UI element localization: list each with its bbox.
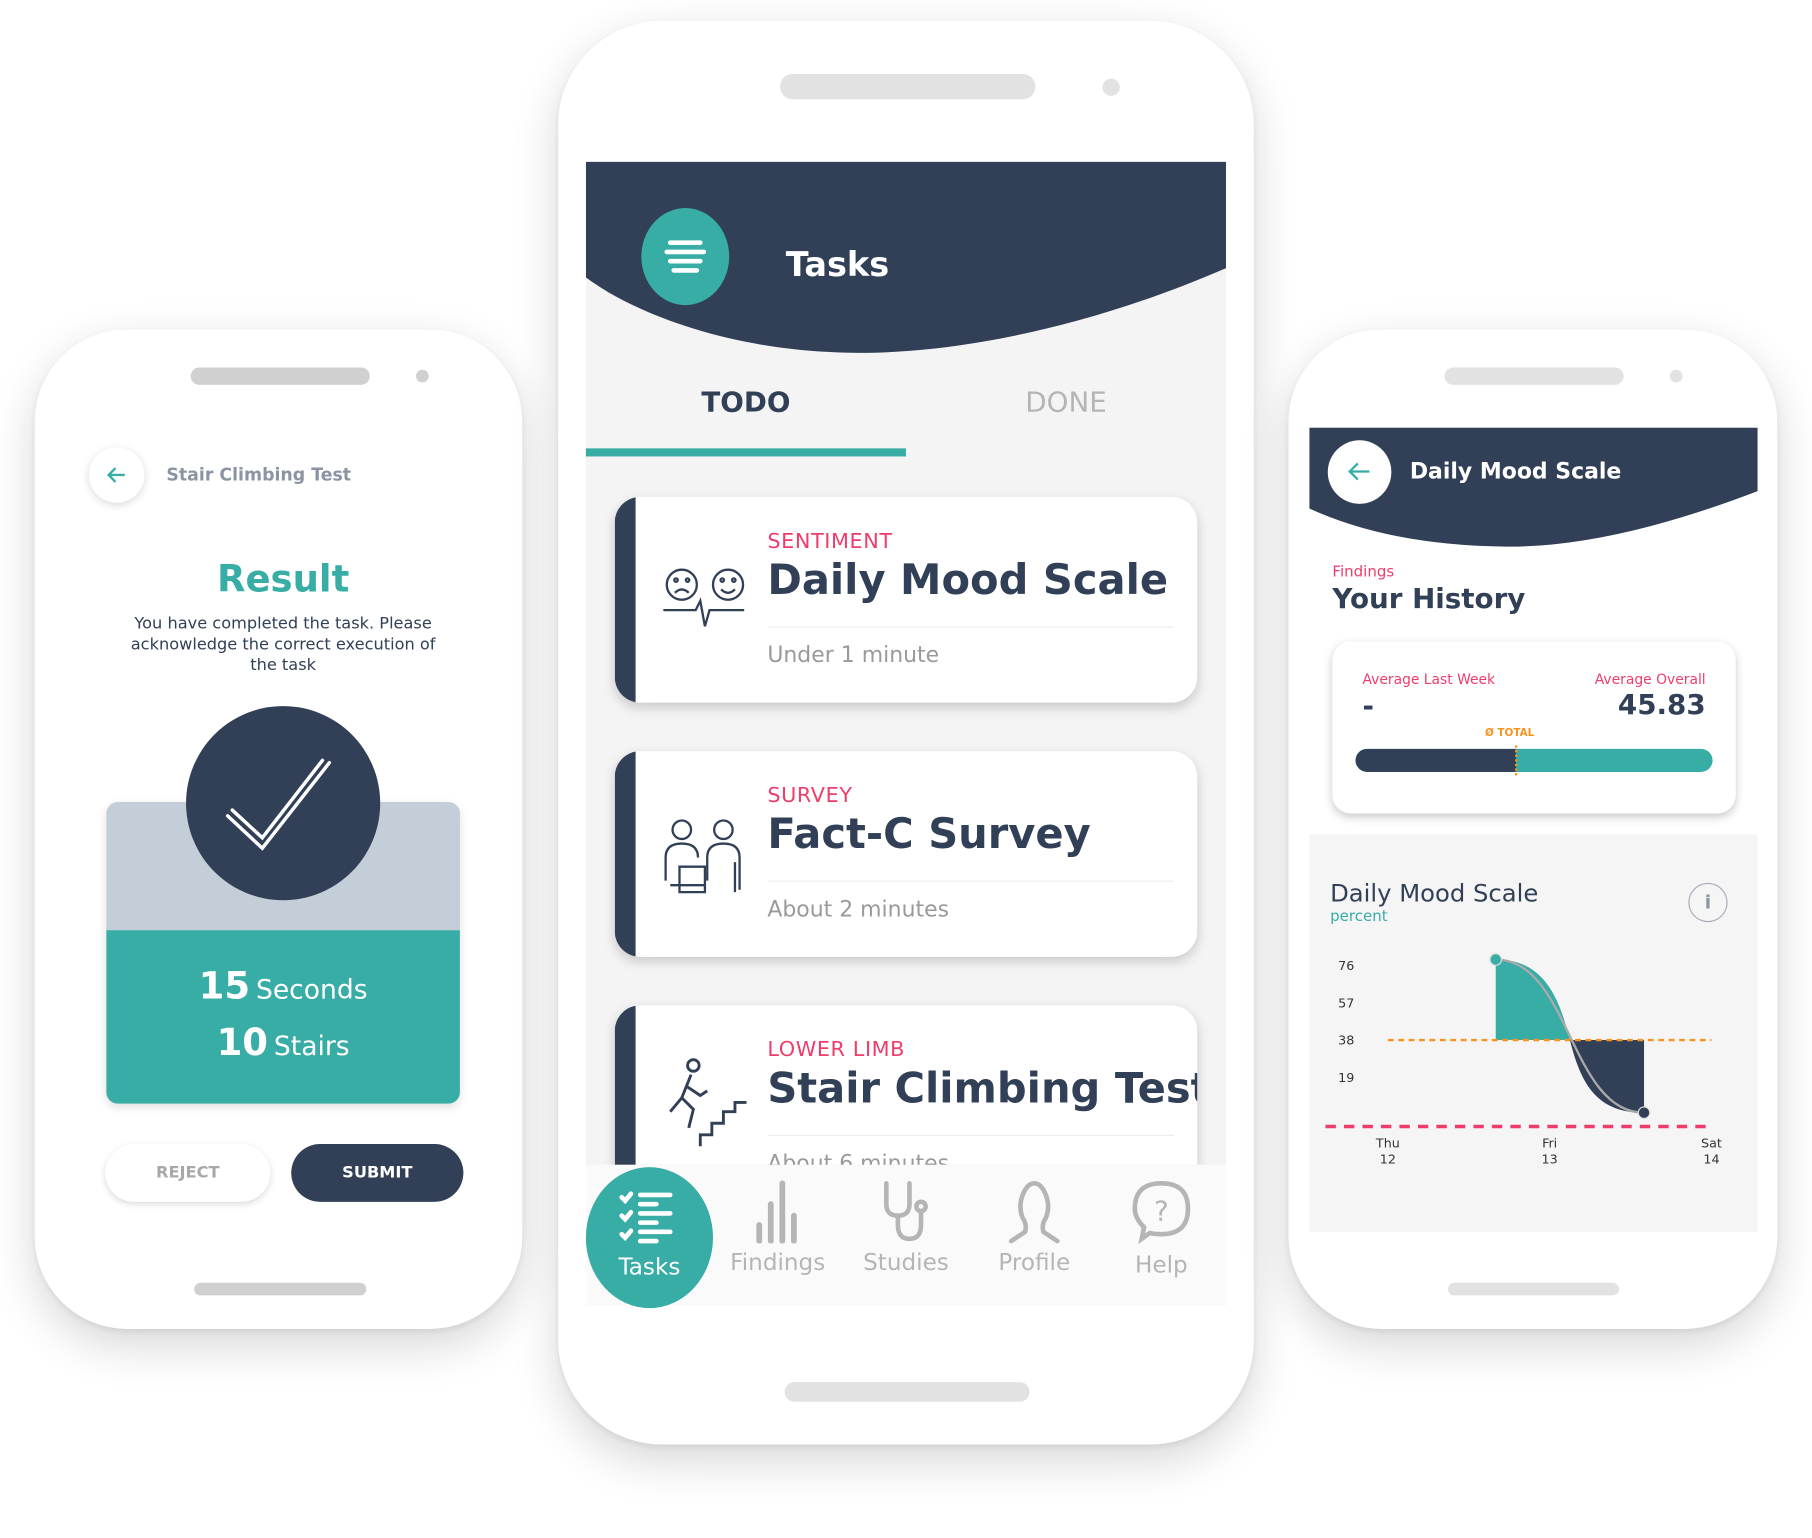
reject-button[interactable]: REJECT xyxy=(105,1144,271,1202)
checkmark-icon xyxy=(225,758,332,851)
nav-profile[interactable]: Profile xyxy=(976,1179,1092,1276)
menu-button[interactable] xyxy=(641,208,730,306)
task-title: Daily Mood Scale xyxy=(767,556,1169,605)
home-bar xyxy=(194,1282,367,1296)
task-category: SURVEY xyxy=(767,783,853,808)
stairs-stat: 10 Stairs xyxy=(106,1020,460,1064)
y-tick-label: 38 xyxy=(1338,1033,1354,1048)
nav-findings[interactable]: Findings xyxy=(720,1179,836,1276)
submit-button[interactable]: SUBMIT xyxy=(291,1144,464,1202)
stair-climbing-icon xyxy=(669,1058,747,1147)
avg-last-week-label: Average Last Week xyxy=(1362,671,1496,688)
tab-done[interactable]: DONE xyxy=(906,386,1226,418)
camera xyxy=(1669,369,1683,383)
y-tick-label: 76 xyxy=(1338,958,1354,973)
section-title: Your History xyxy=(1332,582,1526,615)
x-tick-day: Fri xyxy=(1542,1136,1557,1151)
x-tick-date: 14 xyxy=(1703,1152,1719,1167)
help-bubble-icon: ? xyxy=(1132,1181,1191,1245)
nav-help[interactable]: ? Help xyxy=(1104,1179,1220,1278)
home-bar xyxy=(1447,1282,1619,1296)
avg-last-week-value: - xyxy=(1362,689,1374,723)
nav-label: Help xyxy=(1135,1250,1188,1279)
avg-overall-value: 45.83 xyxy=(1617,688,1706,722)
averages-card: Average Last Week - Average Overall 45.8… xyxy=(1332,641,1736,814)
avg-overall-label: Average Overall xyxy=(1594,671,1706,688)
data-point xyxy=(1489,953,1503,966)
progress-fill xyxy=(1355,748,1517,772)
task-title: Fact-C Survey xyxy=(767,811,1091,859)
task-duration: About 6 minutes xyxy=(767,1150,950,1165)
result-text: You have completed the task. Please ackn… xyxy=(130,614,436,675)
camera xyxy=(416,369,429,383)
task-list-icon xyxy=(619,1191,673,1244)
tab-todo[interactable]: TODO xyxy=(586,386,906,418)
nav-label: Profile xyxy=(998,1248,1071,1276)
person-icon xyxy=(1008,1181,1060,1244)
task-card[interactable]: SURVEY Fact-C Survey About 2 minutes xyxy=(614,751,1198,957)
nav-label: Tasks xyxy=(618,1252,681,1281)
camera xyxy=(1102,78,1120,96)
y-tick-label: 57 xyxy=(1338,995,1354,1010)
screen-title: Daily Mood Scale xyxy=(1409,458,1622,485)
x-tick-date: 12 xyxy=(1380,1152,1396,1167)
total-marker-label: Ø TOTAL xyxy=(1484,728,1535,740)
back-button[interactable] xyxy=(1327,440,1392,504)
seconds-stat: 15 Seconds xyxy=(106,964,460,1008)
bar-chart-icon xyxy=(756,1180,797,1244)
screen-title: Stair Climbing Test xyxy=(166,464,352,486)
task-category: SENTIMENT xyxy=(767,529,893,554)
result-title: Result xyxy=(217,556,350,601)
seconds-value: 15 xyxy=(198,963,251,1008)
page-title: Tasks xyxy=(785,244,890,285)
stethoscope-icon xyxy=(884,1181,928,1242)
home-bar xyxy=(784,1382,1030,1402)
speaker xyxy=(190,367,370,385)
nav-label: Findings xyxy=(730,1248,826,1276)
tab-indicator xyxy=(585,448,906,457)
speaker xyxy=(780,73,1036,100)
menu-icon xyxy=(664,240,707,273)
area-below xyxy=(1569,1040,1645,1113)
task-title: Stair Climbing Test xyxy=(767,1065,1198,1113)
task-duration: About 2 minutes xyxy=(767,896,950,923)
svg-text:?: ? xyxy=(1154,1194,1169,1227)
x-tick-date: 13 xyxy=(1542,1152,1558,1167)
back-button[interactable] xyxy=(88,447,145,503)
speaker xyxy=(1444,367,1624,385)
average-progress-bar xyxy=(1355,748,1713,772)
x-tick-day: Sat xyxy=(1701,1136,1722,1151)
task-duration: Under 1 minute xyxy=(767,642,940,668)
task-card[interactable]: LOWER LIMB Stair Climbing Test About 6 m… xyxy=(614,1005,1198,1165)
mood-chart: 76 57 38 19 Thu12 Fri13 Sat14 xyxy=(1325,953,1722,1167)
nav-studies[interactable]: Studies xyxy=(848,1179,964,1276)
seconds-label: Seconds xyxy=(255,975,368,1006)
task-card[interactable]: SENTIMENT Daily Mood Scale Under 1 minut… xyxy=(614,496,1198,703)
people-survey-icon xyxy=(664,819,741,894)
chart-title: Daily Mood Scale xyxy=(1330,879,1539,908)
nav-label: Studies xyxy=(863,1248,949,1276)
section-label: Findings xyxy=(1332,563,1395,582)
task-category: LOWER LIMB xyxy=(767,1037,906,1062)
info-icon: i xyxy=(1704,890,1712,913)
nav-tasks[interactable]: Tasks xyxy=(585,1167,714,1309)
y-tick-label: 19 xyxy=(1338,1070,1354,1085)
mood-faces-icon xyxy=(663,568,745,627)
data-point xyxy=(1637,1106,1651,1120)
stairs-value: 10 xyxy=(216,1020,269,1065)
arrow-left-icon xyxy=(1348,462,1370,481)
info-button[interactable]: i xyxy=(1688,882,1728,923)
total-marker xyxy=(1515,745,1518,776)
chart-unit: percent xyxy=(1330,908,1388,926)
x-tick-day: Thu xyxy=(1375,1136,1400,1151)
stairs-label: Stairs xyxy=(273,1031,350,1062)
check-circle xyxy=(186,706,381,901)
area-above xyxy=(1495,959,1570,1041)
arrow-left-icon xyxy=(106,467,125,483)
